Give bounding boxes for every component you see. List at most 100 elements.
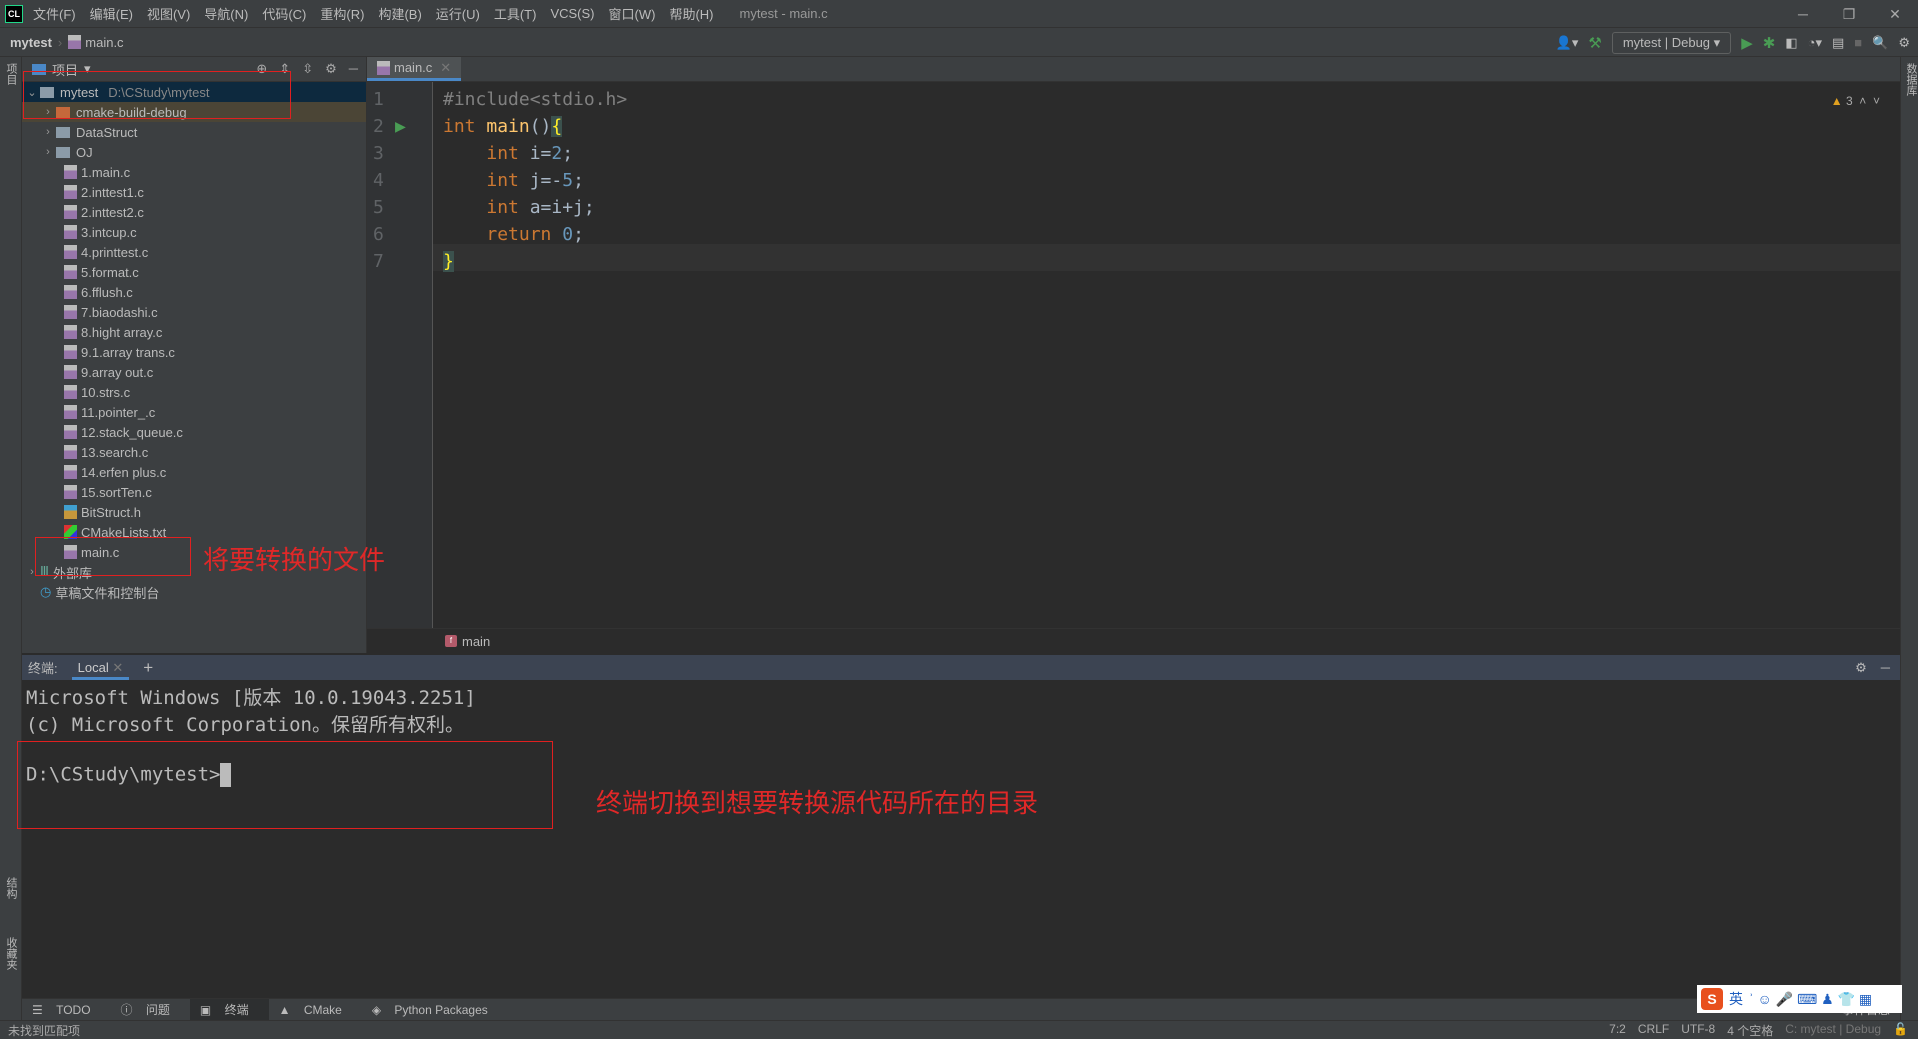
menu-file[interactable]: 文件(F) xyxy=(33,4,76,23)
code-line[interactable]: } xyxy=(443,248,454,275)
tree-file[interactable]: 2.inttest2.c xyxy=(22,202,366,222)
warnings-indicator[interactable]: ▲ 3 ˄ ˅ xyxy=(1831,94,1880,108)
close-icon[interactable]: ✕ xyxy=(1872,0,1918,28)
scratches-icon: ◷ xyxy=(40,584,52,599)
indent-setting[interactable]: 4 个空格 xyxy=(1727,1022,1773,1039)
left-tool-strip: 项目 结构 收藏夹 xyxy=(0,57,22,1020)
tree-file[interactable]: 6.fflush.c xyxy=(22,282,366,302)
project-tool-button[interactable]: 项目 xyxy=(3,63,19,85)
tree-file[interactable]: BitStruct.h xyxy=(22,502,366,522)
menu-edit[interactable]: 编辑(E) xyxy=(90,4,133,23)
folder-icon xyxy=(56,146,70,158)
structure-tool-button[interactable]: 结构 xyxy=(3,877,19,899)
tree-file[interactable]: 9.1.array trans.c xyxy=(22,342,366,362)
menu-code[interactable]: 代码(C) xyxy=(262,4,306,23)
gear-icon[interactable]: ⚙ xyxy=(325,61,337,77)
tree-file[interactable]: 10.strs.c xyxy=(22,382,366,402)
tree-file[interactable]: 5.format.c xyxy=(22,262,366,282)
code-line[interactable]: return 0; xyxy=(443,221,584,248)
code-line[interactable]: #include<stdio.h> xyxy=(443,86,627,113)
tree-folder[interactable]: › DataStruct xyxy=(22,122,366,142)
tree-file[interactable]: 8.hight array.c xyxy=(22,322,366,342)
tool-tab-problems[interactable]: ⓘ 问题 xyxy=(111,999,190,1021)
c-file-icon xyxy=(64,305,77,319)
tab-main-c[interactable]: main.c ✕ xyxy=(367,57,462,81)
coverage-icon[interactable]: ◧ xyxy=(1785,35,1797,51)
restore-icon[interactable]: ❐ xyxy=(1826,0,1872,28)
breadcrumb-file[interactable]: main.c xyxy=(85,35,123,50)
tree-file[interactable]: 14.erfen plus.c xyxy=(22,462,366,482)
tool-tab-terminal[interactable]: ▣ 终端 xyxy=(189,998,269,1021)
menu-run[interactable]: 运行(U) xyxy=(436,4,480,23)
profile-icon[interactable]: ◔▾ xyxy=(1808,35,1822,51)
hide-icon[interactable]: ─ xyxy=(349,61,358,77)
code-line[interactable]: int main(){ xyxy=(443,113,563,140)
c-file-icon xyxy=(64,165,77,179)
menu-vcs[interactable]: VCS(S) xyxy=(550,6,594,21)
tab-local[interactable]: Local ✕ xyxy=(71,655,130,680)
run-config-select[interactable]: mytest | Debug ▾ xyxy=(1611,31,1732,54)
attach-icon[interactable]: ▤ xyxy=(1832,35,1844,51)
collapse-all-icon[interactable]: ⇳ xyxy=(302,61,313,77)
tree-file[interactable]: 12.stack_queue.c xyxy=(22,422,366,442)
menu-help[interactable]: 帮助(H) xyxy=(669,4,713,23)
lock-icon[interactable]: 🔓 xyxy=(1893,1022,1908,1039)
menu-window[interactable]: 窗口(W) xyxy=(609,4,656,23)
tool-tab-todo[interactable]: ☰ TODO xyxy=(22,999,111,1021)
tree-file[interactable]: 13.search.c xyxy=(22,442,366,462)
new-tab-icon[interactable]: + xyxy=(143,658,153,678)
menu-refactor[interactable]: 重构(R) xyxy=(320,4,364,23)
tree-file[interactable]: 3.intcup.c xyxy=(22,222,366,242)
c-file-icon xyxy=(64,425,77,439)
file-encoding[interactable]: UTF-8 xyxy=(1681,1022,1715,1039)
caret-position[interactable]: 7:2 xyxy=(1609,1022,1626,1039)
folder-icon xyxy=(56,126,70,138)
minimize-icon[interactable]: ─ xyxy=(1780,0,1826,28)
tree-file[interactable]: 9.array out.c xyxy=(22,362,366,382)
menu-navigate[interactable]: 导航(N) xyxy=(204,4,248,23)
gear-icon[interactable]: ⚙ xyxy=(1898,35,1910,51)
code-line[interactable]: int j=-5; xyxy=(443,167,584,194)
search-icon[interactable]: 🔍 xyxy=(1872,35,1888,51)
breadcrumb-project[interactable]: mytest xyxy=(10,35,52,50)
editor-breadcrumb[interactable]: f main xyxy=(367,628,1900,653)
menu-view[interactable]: 视图(V) xyxy=(147,4,190,23)
navigation-bar: mytest › main.c 👤▾ ⚒ mytest | Debug ▾ ▶ … xyxy=(0,28,1918,57)
line-ending[interactable]: CRLF xyxy=(1638,1022,1669,1039)
user-icon[interactable]: 👤▾ xyxy=(1556,35,1579,51)
stop-icon[interactable]: ■ xyxy=(1854,35,1862,50)
run-gutter-icon[interactable]: ▶ xyxy=(395,113,406,140)
ime-mode[interactable]: 英 xyxy=(1729,989,1743,1009)
tool-tab-cmake[interactable]: ▲ CMake xyxy=(269,999,362,1021)
tree-scratches[interactable]: ◷ 草稿文件和控制台 xyxy=(22,582,366,602)
terminal-line: Microsoft Windows [版本 10.0.19043.2251] xyxy=(26,687,476,709)
code-line[interactable]: int a=i+j; xyxy=(443,194,594,221)
debug-icon[interactable]: ✱ xyxy=(1763,34,1776,52)
annotation-terminal-note: 终端切换到想要转换源代码所在的目录 xyxy=(596,788,1039,818)
tree-file[interactable]: 15.sortTen.c xyxy=(22,482,366,502)
tool-tab-python-packages[interactable]: ◈ Python Packages xyxy=(362,999,508,1021)
terminal-label: 终端: xyxy=(28,661,58,676)
menu-build[interactable]: 构建(B) xyxy=(378,4,421,23)
c-file-icon xyxy=(68,35,82,49)
resolve-context[interactable]: C: mytest | Debug xyxy=(1785,1022,1881,1039)
menu-tools[interactable]: 工具(T) xyxy=(494,4,537,23)
run-icon[interactable]: ▶ xyxy=(1741,34,1753,52)
tree-file[interactable]: 2.inttest1.c xyxy=(22,182,366,202)
close-tab-icon[interactable]: ✕ xyxy=(440,60,451,76)
code-editor[interactable]: main.c ✕ 1 #include<stdio.h> 2 int main(){3 … xyxy=(367,57,1900,653)
tree-file[interactable]: 11.pointer_.c xyxy=(22,402,366,422)
tree-folder[interactable]: › OJ xyxy=(22,142,366,162)
tree-file[interactable]: 4.printtest.c xyxy=(22,242,366,262)
database-tool-button[interactable]: 数据库 xyxy=(1903,63,1918,96)
hide-icon[interactable]: ─ xyxy=(1881,660,1900,675)
tree-file[interactable]: 7.biaodashi.c xyxy=(22,302,366,322)
code-line[interactable]: int i=2; xyxy=(443,140,573,167)
gear-icon[interactable]: ⚙ xyxy=(1855,660,1867,676)
tree-file[interactable]: 1.main.c xyxy=(22,162,366,182)
ime-tools-icon[interactable]: ʾ ☺ 🎤 ⌨ ♟ 👕 ▦ xyxy=(1749,991,1872,1008)
annotation-file-note: 将要转换的文件 xyxy=(203,545,386,575)
ime-toolbar[interactable]: S 英 ʾ ☺ 🎤 ⌨ ♟ 👕 ▦ xyxy=(1697,985,1902,1013)
build-hammer-icon[interactable]: ⚒ xyxy=(1588,34,1601,52)
bookmarks-tool-button[interactable]: 收藏夹 xyxy=(3,937,19,970)
